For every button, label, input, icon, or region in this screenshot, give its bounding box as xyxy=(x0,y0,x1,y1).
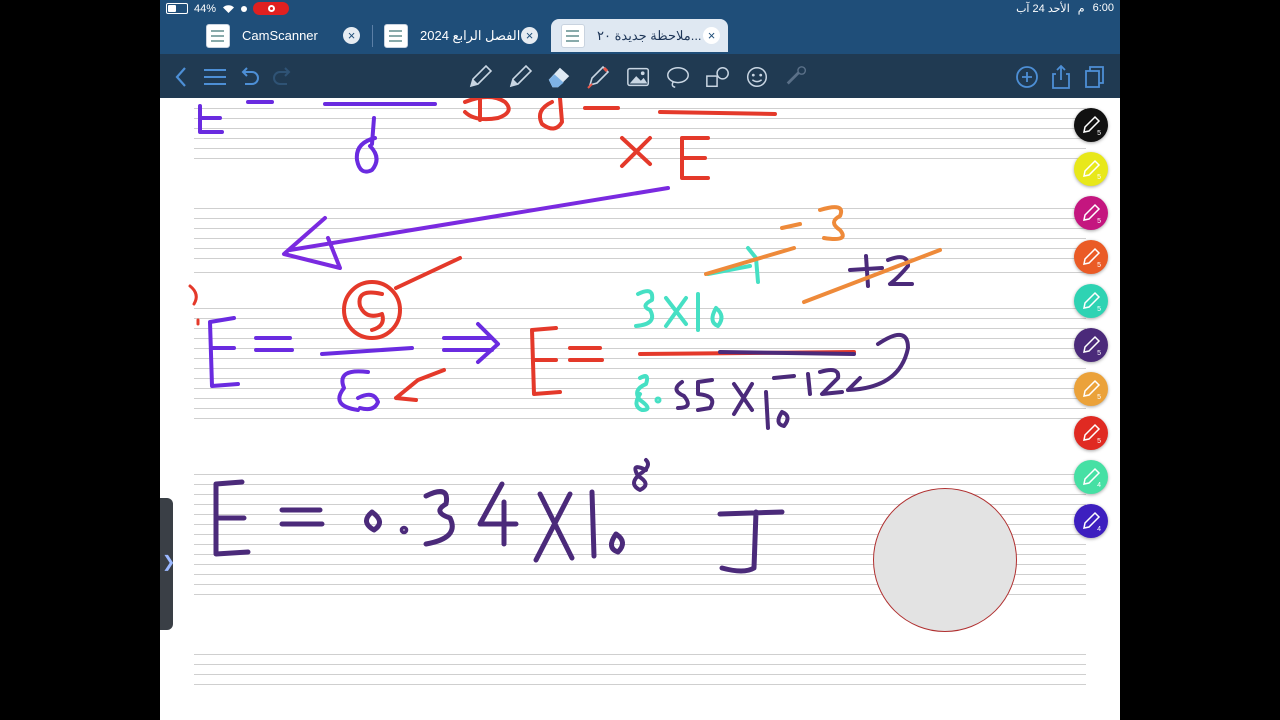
close-tab-icon[interactable]: × xyxy=(521,27,538,44)
toolbar xyxy=(160,54,1120,98)
pen-size-label: 4 xyxy=(1097,482,1101,489)
color-swatch[interactable]: 5 xyxy=(1074,108,1108,142)
close-tab-icon[interactable]: × xyxy=(703,27,720,44)
share-icon[interactable] xyxy=(1048,64,1074,90)
wifi-icon xyxy=(223,4,235,13)
tab-camscanner[interactable]: CamScanner × xyxy=(196,19,368,52)
status-time: 6:00 xyxy=(1092,2,1114,14)
tab-label: ملاحظة جديدة ٢٠... xyxy=(597,27,702,43)
color-swatch[interactable]: 4 xyxy=(1074,460,1108,494)
pen-size-label: 5 xyxy=(1097,306,1101,313)
color-swatch[interactable]: 5 xyxy=(1074,196,1108,230)
chevron-right-icon: ❯ xyxy=(162,554,176,571)
screen-record-indicator xyxy=(241,5,248,12)
pen-size-label: 4 xyxy=(1097,526,1101,533)
image-tool-icon[interactable] xyxy=(626,64,652,90)
lasso-tool-icon[interactable] xyxy=(665,64,691,90)
pen-tool-icon[interactable] xyxy=(507,64,533,90)
recording-button[interactable] xyxy=(253,2,290,15)
back-icon[interactable] xyxy=(168,64,194,90)
pencil-tool-icon[interactable] xyxy=(467,64,493,90)
ipad-screen: 44% الأحد 24 آب م 6:00 CamScanner × الفص… xyxy=(160,0,1120,720)
color-swatch[interactable]: 5 xyxy=(1074,416,1108,450)
tab-divider xyxy=(372,25,373,47)
tab-thumbnail xyxy=(206,23,230,48)
status-ampm: م xyxy=(1077,3,1085,15)
menu-icon[interactable] xyxy=(202,64,228,90)
color-swatch[interactable]: 5 xyxy=(1074,240,1108,274)
battery-percent: 44% xyxy=(194,2,217,15)
highlighter-tool-icon[interactable] xyxy=(585,64,611,90)
sidebar-pull-handle[interactable]: ❯ xyxy=(160,498,176,630)
equation-row-1 xyxy=(198,98,777,270)
close-tab-icon[interactable]: × xyxy=(343,27,360,44)
undo-icon[interactable] xyxy=(236,64,262,90)
pen-size-label: 5 xyxy=(1097,350,1101,357)
pen-size-label: 5 xyxy=(1097,130,1101,137)
pen-size-label: 5 xyxy=(1097,262,1101,269)
color-swatch[interactable]: 5 xyxy=(1074,152,1108,186)
tab-new-note[interactable]: ملاحظة جديدة ٢٠... × xyxy=(551,19,728,52)
sticker-tool-icon[interactable] xyxy=(744,64,770,90)
pen-size-label: 5 xyxy=(1097,218,1101,225)
record-icon xyxy=(267,5,275,12)
pages-icon[interactable] xyxy=(1082,64,1108,90)
handwriting-canvas xyxy=(188,98,942,574)
pen-size-label: 5 xyxy=(1097,174,1101,181)
tab-label: CamScanner xyxy=(242,28,318,43)
pen-size-label: 5 xyxy=(1097,394,1101,401)
status-bar: 44% الأحد 24 آب م 6:00 xyxy=(160,0,1120,17)
shapes-tool-icon[interactable] xyxy=(705,64,731,90)
tab-label: الفصل الرابع 2024 xyxy=(420,27,521,43)
tab-thumbnail xyxy=(561,23,585,48)
color-swatch[interactable]: 5 xyxy=(1074,372,1108,406)
redo-icon[interactable] xyxy=(270,64,296,90)
color-swatch[interactable]: 5 xyxy=(1074,284,1108,318)
pen-size-label: 5 xyxy=(1097,438,1101,445)
eraser-tool-icon[interactable] xyxy=(546,64,572,90)
add-page-icon[interactable] xyxy=(1014,64,1040,90)
color-swatch[interactable]: 5 xyxy=(1074,328,1108,362)
laser-tool-icon[interactable] xyxy=(784,64,810,90)
tab-bar: CamScanner × الفصل الرابع 2024 × ملاحظة … xyxy=(160,17,1120,54)
tab-thumbnail xyxy=(384,23,408,48)
equation-row-3 xyxy=(213,458,785,574)
status-date: الأحد 24 آب xyxy=(1016,3,1070,15)
tab-chapter-four[interactable]: الفصل الرابع 2024 × xyxy=(374,19,546,52)
color-swatch[interactable]: 4 xyxy=(1074,504,1108,538)
battery-icon xyxy=(166,3,188,14)
note-page[interactable]: 5 5 5 5 5 5 5 5 4 4 xyxy=(160,98,1120,720)
